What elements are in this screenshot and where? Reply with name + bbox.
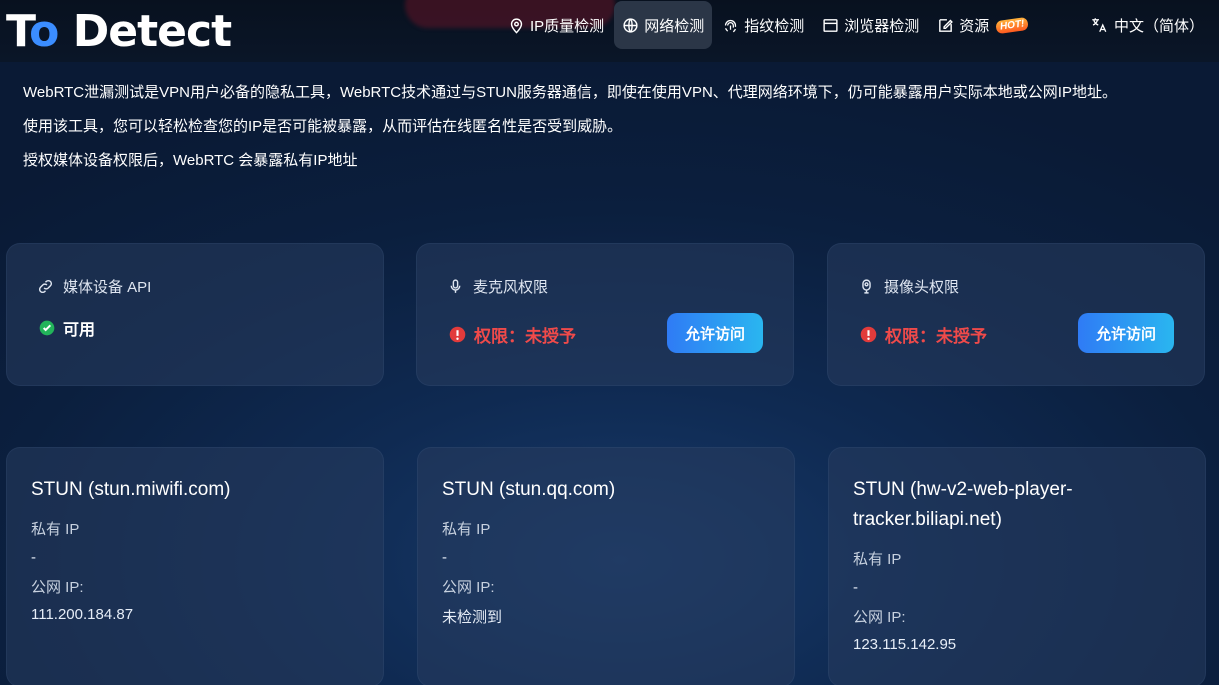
public-ip-label: 公网 IP: bbox=[31, 579, 84, 596]
public-ip-label: 公网 IP: bbox=[442, 579, 495, 596]
nav-label: IP质量检测 bbox=[530, 17, 605, 35]
top-navigation-bar: To Detect IP质量检测 网络检测 指纹检测 浏览器检测 资源 HOT!… bbox=[0, 0, 1219, 62]
nav-item-resources[interactable]: 资源 HOT! bbox=[929, 1, 1036, 49]
location-pin-icon bbox=[510, 17, 523, 34]
alert-circle-icon bbox=[860, 326, 877, 343]
language-label: 中文（简体） bbox=[1114, 17, 1205, 35]
status-denied: 权限：未授予 bbox=[860, 322, 987, 347]
public-ip-label: 公网 IP: bbox=[853, 609, 906, 626]
intro-text: WebRTC泄漏测试是VPN用户必备的隐私工具，WebRTC技术通过与STUN服… bbox=[23, 82, 1117, 184]
stun-title: STUN (hw-v2-web-player-tracker.biliapi.n… bbox=[853, 479, 1073, 530]
media-api-card: 媒体设备 API 可用 bbox=[6, 243, 384, 386]
card-title-label: 摄像头权限 bbox=[884, 279, 960, 296]
browser-window-icon bbox=[823, 18, 838, 32]
card-title-label: 麦克风权限 bbox=[473, 279, 549, 296]
camera-permission-card: 摄像头权限 权限：未授予 允许访问 bbox=[827, 243, 1205, 386]
status-available: 可用 bbox=[39, 316, 95, 340]
status-label: 权限：未授予 bbox=[885, 327, 987, 346]
globe-icon bbox=[623, 17, 638, 33]
hot-badge: HOT! bbox=[995, 16, 1030, 34]
status-denied: 权限：未授予 bbox=[449, 322, 576, 347]
nav-label: 指纹检测 bbox=[744, 17, 805, 35]
language-switcher[interactable]: 中文（简体） bbox=[1090, 0, 1204, 50]
main-nav: IP质量检测 网络检测 指纹检测 浏览器检测 资源 HOT! bbox=[500, 0, 1039, 50]
card-title: 媒体设备 API bbox=[37, 276, 151, 297]
allow-microphone-button[interactable]: 允许访问 bbox=[667, 313, 763, 353]
stun-title: STUN (stun.miwifi.com) bbox=[31, 479, 231, 500]
microphone-icon bbox=[450, 279, 461, 293]
translate-icon bbox=[1092, 18, 1107, 33]
intro-paragraph: WebRTC泄漏测试是VPN用户必备的隐私工具，WebRTC技术通过与STUN服… bbox=[23, 84, 1117, 101]
nav-label: 浏览器检测 bbox=[844, 17, 920, 35]
card-title: 摄像头权限 bbox=[858, 276, 959, 297]
fingerprint-icon bbox=[725, 19, 737, 32]
status-label: 权限：未授予 bbox=[474, 327, 576, 346]
public-ip-value: 111.200.184.87 bbox=[31, 606, 134, 623]
logo-text: To Detect bbox=[6, 6, 232, 57]
allow-camera-button[interactable]: 允许访问 bbox=[1078, 313, 1174, 353]
link-icon bbox=[38, 279, 53, 294]
stun-card-qq: STUN (stun.qq.com) 私有 IP - 公网 IP: 未检测到 bbox=[417, 447, 795, 685]
private-ip-label: 私有 IP bbox=[31, 521, 80, 538]
edit-doc-icon bbox=[939, 18, 954, 32]
status-label: 可用 bbox=[63, 322, 96, 339]
stun-card-biliapi: STUN (hw-v2-web-player-tracker.biliapi.n… bbox=[828, 447, 1206, 685]
intro-paragraph: 授权媒体设备权限后，WebRTC 会暴露私有IP地址 bbox=[23, 152, 358, 169]
public-ip-value: 未检测到 bbox=[442, 609, 503, 626]
stun-title: STUN (stun.qq.com) bbox=[442, 479, 616, 500]
nav-item-browser[interactable]: 浏览器检测 bbox=[814, 1, 927, 49]
nav-item-fingerprint[interactable]: 指纹检测 bbox=[714, 1, 812, 49]
card-title-label: 媒体设备 API bbox=[63, 279, 152, 296]
private-ip-value: - bbox=[853, 579, 858, 596]
check-circle-icon bbox=[39, 320, 55, 336]
private-ip-value: - bbox=[31, 549, 36, 566]
nav-item-ip-quality[interactable]: IP质量检测 bbox=[500, 1, 612, 49]
private-ip-label: 私有 IP bbox=[853, 551, 902, 568]
site-logo[interactable]: To Detect bbox=[6, 4, 232, 60]
camera-icon bbox=[862, 279, 871, 294]
intro-paragraph: 使用该工具，您可以轻松检查您的IP是否可能被暴露，从而评估在线匿名性是否受到威胁… bbox=[23, 118, 623, 135]
alert-circle-icon bbox=[449, 326, 466, 343]
microphone-permission-card: 麦克风权限 权限：未授予 允许访问 bbox=[416, 243, 794, 386]
nav-label: 资源 bbox=[959, 17, 990, 35]
card-title: 麦克风权限 bbox=[447, 276, 548, 297]
private-ip-label: 私有 IP bbox=[442, 521, 491, 538]
stun-card-miwifi: STUN (stun.miwifi.com) 私有 IP - 公网 IP: 11… bbox=[6, 447, 384, 685]
public-ip-value: 123.115.142.95 bbox=[853, 636, 957, 653]
nav-label: 网络检测 bbox=[644, 17, 705, 35]
nav-item-network[interactable]: 网络检测 bbox=[614, 1, 713, 49]
private-ip-value: - bbox=[442, 549, 447, 566]
